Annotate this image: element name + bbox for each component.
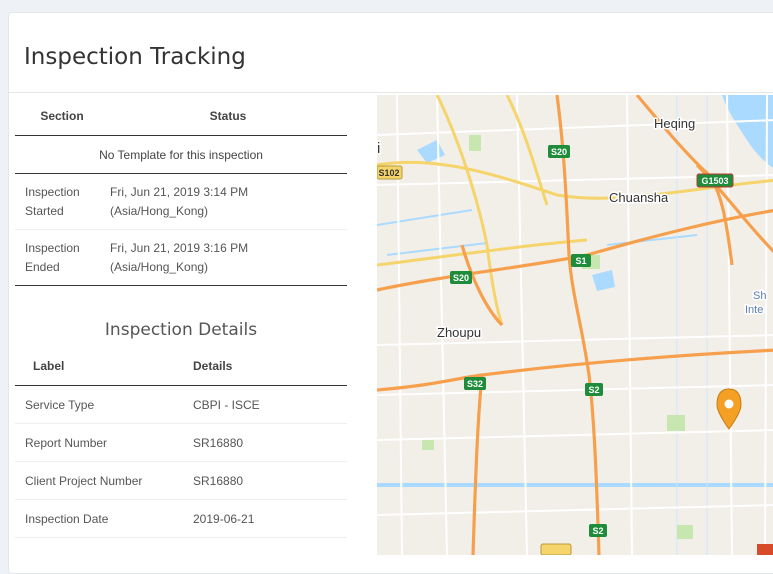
col-header-details: Details — [192, 346, 347, 386]
status-table: Section Status No Template for this insp… — [15, 96, 347, 286]
no-template-message: No Template for this inspection — [15, 135, 347, 174]
svg-text:G1503: G1503 — [701, 176, 728, 186]
page-title: Inspection Tracking — [24, 44, 246, 70]
row-label: Inspection Ended — [15, 229, 109, 286]
col-header-status: Status — [109, 96, 347, 136]
shield-s2-mid: S2 — [585, 383, 603, 396]
details-title: Inspection Details — [104, 320, 258, 340]
svg-text:S1: S1 — [575, 256, 586, 266]
shield-s102: S102 — [377, 165, 403, 180]
row-value: SR16880 — [192, 423, 347, 462]
row-value: Fri, Jun 21, 2019 3:14 PM (Asia/Hong_Kon… — [109, 173, 347, 230]
table-row: Client Project Number SR16880 — [15, 461, 347, 500]
table-row: Report Number SR16880 — [15, 423, 347, 462]
svg-text:S20: S20 — [551, 147, 567, 157]
row-value: SR16880 — [192, 461, 347, 500]
card-header: Inspection Tracking — [9, 13, 773, 93]
row-label: Inspection Started — [15, 173, 109, 230]
row-label: Client Project Number — [15, 461, 192, 500]
shield-s20-north: S20 — [548, 145, 570, 158]
svg-text:S32: S32 — [467, 379, 483, 389]
shield-g1503: G1503 — [696, 173, 734, 188]
col-header-section: Section — [15, 96, 109, 136]
row-label: Report Number — [15, 423, 192, 462]
row-value: CBPI - ISCE — [192, 385, 347, 424]
place-label-heqing: Heqing — [654, 116, 695, 131]
table-row: Inspection Started Fri, Jun 21, 2019 3:1… — [15, 173, 347, 230]
row-value: 2019-06-21 — [192, 499, 347, 538]
table-row: Inspection Date 2019-06-21 — [15, 499, 347, 538]
inspection-map[interactable]: S20 S102 G1503 S1 S20 S32 S2 S2 Heqing C… — [377, 95, 773, 555]
shield-s20-west: S20 — [450, 271, 472, 284]
place-label-partial: i — [377, 140, 380, 157]
table-row: Inspection Ended Fri, Jun 21, 2019 3:16 … — [15, 229, 347, 286]
place-label-sh: Sh — [753, 290, 766, 302]
shield-s32: S32 — [464, 377, 486, 390]
table-row: Service Type CBPI - ISCE — [15, 385, 347, 424]
place-label-zhoupu: Zhoupu — [437, 325, 481, 340]
details-table: Label Details Service Type CBPI - ISCE R… — [15, 346, 347, 538]
shield-s1: S1 — [571, 254, 591, 267]
row-value: Fri, Jun 21, 2019 3:16 PM (Asia/Hong_Kon… — [109, 229, 347, 286]
left-panel: Section Status No Template for this insp… — [15, 96, 347, 538]
col-header-label: Label — [15, 346, 192, 386]
row-label: Service Type — [15, 385, 192, 424]
svg-text:S20: S20 — [453, 273, 469, 283]
row-label: Inspection Date — [15, 499, 192, 538]
svg-text:S2: S2 — [592, 526, 603, 536]
svg-text:S102: S102 — [378, 168, 399, 178]
shield-s2-south: S2 — [589, 524, 607, 537]
svg-text:S2: S2 — [588, 385, 599, 395]
place-label-chuansha: Chuansha — [609, 190, 669, 205]
place-label-inte: Inte — [745, 304, 763, 316]
